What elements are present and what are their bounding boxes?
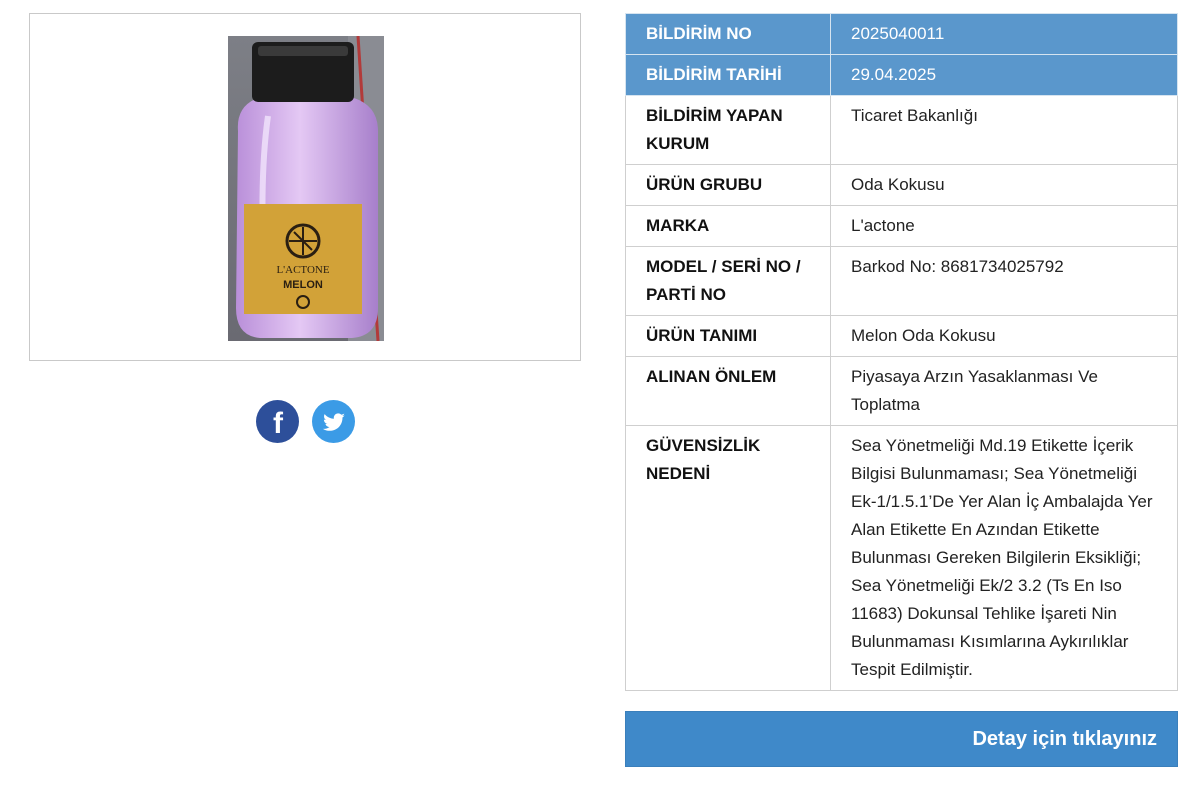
notification-details-table: BİLDİRİM NO 2025040011 BİLDİRİM TARİHİ 29.0…: [625, 13, 1178, 691]
svg-text:f: f: [273, 407, 284, 440]
product-photo: L'ACTONE MELON: [228, 36, 384, 341]
detail-key: BİLDİRİM TARİHİ: [625, 54, 831, 96]
detail-value: Ticaret Bakanlığı: [830, 95, 1178, 165]
detail-value: Sea Yönetmeliği Md.19 Etikette İçerik Bi…: [830, 425, 1178, 691]
bottle-brand-text: L'ACTONE: [276, 264, 329, 276]
detail-value: Oda Kokusu: [830, 164, 1178, 206]
detail-key: BİLDİRİM NO: [625, 13, 831, 55]
detail-row: ÜRÜN TANIMI Melon Oda Kokusu: [625, 315, 1178, 357]
detail-key: ÜRÜN GRUBU: [625, 164, 831, 206]
detail-value: Barkod No: 8681734025792: [830, 246, 1178, 316]
facebook-icon: f: [273, 407, 284, 440]
detail-link-label: Detay için tıklayınız: [972, 727, 1157, 750]
twitter-share-button[interactable]: [312, 400, 355, 443]
detail-key: MODEL / SERİ NO / PARTİ NO: [625, 246, 831, 316]
detail-row: ALINAN ÖNLEM Piyasaya Arzın Yasaklanması …: [625, 356, 1178, 426]
detail-row: MODEL / SERİ NO / PARTİ NO Barkod No: 868…: [625, 246, 1178, 316]
detail-row: MARKA L'actone: [625, 205, 1178, 247]
facebook-share-button[interactable]: f: [256, 400, 299, 443]
perfume-bottle-image: L'ACTONE MELON: [228, 36, 384, 341]
detail-key: ALINAN ÖNLEM: [625, 356, 831, 426]
detail-value: 29.04.2025: [830, 54, 1178, 96]
detail-key: MARKA: [625, 205, 831, 247]
detail-key: ÜRÜN TANIMI: [625, 315, 831, 357]
detail-row: BİLDİRİM NO 2025040011: [625, 13, 1178, 55]
detail-value: Piyasaya Arzın Yasaklanması Ve Toplatma: [830, 356, 1178, 426]
detail-row: BİLDİRİM YAPAN KURUM Ticaret Bakanlığı: [625, 95, 1178, 165]
bottle-variant-text: MELON: [283, 279, 323, 291]
detail-value: L'actone: [830, 205, 1178, 247]
detail-row: BİLDİRİM TARİHİ 29.04.2025: [625, 54, 1178, 96]
detail-key: BİLDİRİM YAPAN KURUM: [625, 95, 831, 165]
detail-key: GÜVENSİZLİK NEDENİ: [625, 425, 831, 691]
detail-link-button[interactable]: Detay için tıklayınız: [625, 711, 1178, 767]
detail-row: ÜRÜN GRUBU Oda Kokusu: [625, 164, 1178, 206]
detail-value: 2025040011: [830, 13, 1178, 55]
twitter-icon: [322, 412, 345, 431]
detail-value: Melon Oda Kokusu: [830, 315, 1178, 357]
product-image-frame: L'ACTONE MELON: [29, 13, 581, 361]
detail-row: GÜVENSİZLİK NEDENİ Sea Yönetmeliği Md.19 …: [625, 425, 1178, 691]
